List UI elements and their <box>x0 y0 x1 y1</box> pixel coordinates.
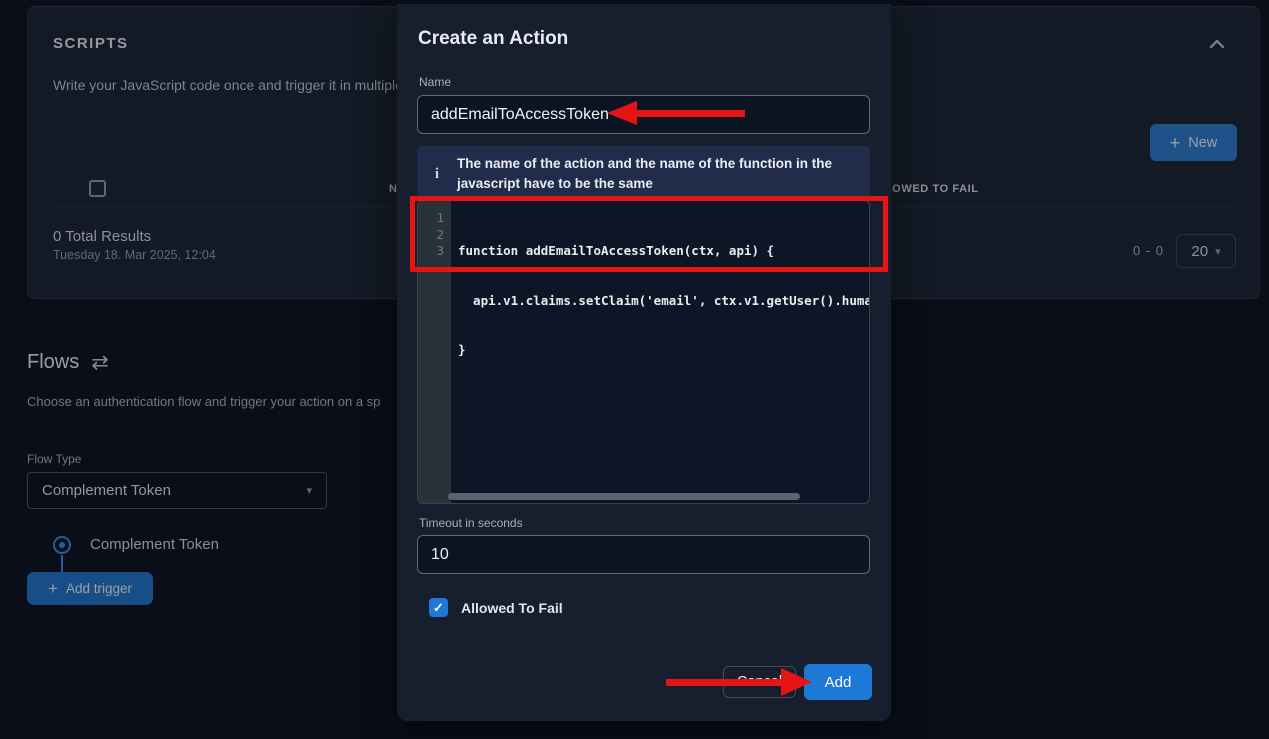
allowed-to-fail-label: Allowed To Fail <box>461 600 563 616</box>
allowed-to-fail-row: ✓ Allowed To Fail <box>429 598 563 617</box>
cancel-button[interactable]: Cancel <box>723 666 796 698</box>
info-banner: i The name of the action and the name of… <box>417 146 870 203</box>
line-number: 3 <box>418 243 444 260</box>
page: SCRIPTS Write your JavaScript code once … <box>0 0 1269 739</box>
code-line: function addEmailToAccessToken(ctx, api)… <box>458 243 869 260</box>
checkmark-icon: ✓ <box>433 600 444 616</box>
create-action-modal: Create an Action Name i The name of the … <box>397 4 891 721</box>
timeout-label: Timeout in seconds <box>419 516 523 530</box>
modal-title: Create an Action <box>418 28 568 50</box>
line-number: 2 <box>418 227 444 244</box>
add-button[interactable]: Add <box>804 664 872 700</box>
info-icon: i <box>417 166 457 183</box>
line-number: 1 <box>418 210 444 227</box>
code-editor[interactable]: 1 2 3 function addEmailToAccessToken(ctx… <box>417 200 870 504</box>
horizontal-scrollbar[interactable] <box>448 493 800 500</box>
name-label: Name <box>419 75 451 89</box>
allowed-to-fail-checkbox[interactable]: ✓ <box>429 598 448 617</box>
timeout-input[interactable] <box>417 535 870 574</box>
line-number-gutter: 1 2 3 <box>418 201 451 503</box>
code-line: } <box>458 342 869 359</box>
name-input[interactable] <box>417 95 870 134</box>
code-line: api.v1.claims.setClaim('email', ctx.v1.g… <box>458 293 869 310</box>
info-banner-text: The name of the action and the name of t… <box>457 154 852 195</box>
code-content[interactable]: function addEmailToAccessToken(ctx, api)… <box>451 201 869 503</box>
